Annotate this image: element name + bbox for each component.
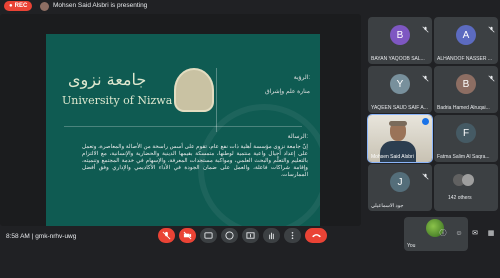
- mic-off-icon: [488, 69, 495, 82]
- cam-off-icon: [183, 231, 192, 240]
- slide-divider: [64, 126, 302, 127]
- mic-off-icon: [422, 69, 429, 82]
- raise-hand-icon: [269, 232, 274, 240]
- chat-icon[interactable]: ✉: [470, 229, 480, 239]
- participant-name: جود الاسماعيلي: [371, 203, 404, 209]
- participant-tile[interactable]: Y YAQEEN SAUD SAIF A...: [368, 66, 432, 113]
- header-divider: [216, 68, 217, 132]
- side-tools: ⓘ ☺ ✉ ▦: [438, 229, 496, 239]
- info-separator: |: [31, 233, 34, 240]
- emoji-icon: [225, 231, 234, 240]
- participant-tile[interactable]: J جود الاسماعيلي: [368, 164, 432, 211]
- avatar: B: [390, 25, 410, 45]
- mic-off-icon: [162, 231, 171, 240]
- speaking-icon: [422, 118, 429, 125]
- end-call-icon: [311, 234, 321, 238]
- raise-hand-button[interactable]: [263, 228, 280, 243]
- mic-off-icon: [422, 167, 429, 180]
- participant-name: BAYAN YAQOOB SAL...: [371, 56, 425, 62]
- participant-name: Badria Hamed Alruqai...: [437, 105, 490, 111]
- vision-text: منارة علم وإشراق: [264, 89, 310, 95]
- university-logo: [174, 68, 214, 112]
- call-controls: [158, 228, 327, 244]
- top-bar: ● REC Mohsen Said Alsbri is presenting: [0, 0, 500, 14]
- end-call-button[interactable]: [305, 228, 327, 243]
- participant-tile[interactable]: B BAYAN YAQOOB SAL...: [368, 17, 432, 64]
- meeting-info: 8:58 AM | gmk-nrhv-uwg: [6, 233, 76, 240]
- participant-tile-speaking[interactable]: Mohsen Said Alsbri: [367, 114, 433, 163]
- avatar-stack: [462, 174, 475, 186]
- avatar: F: [456, 123, 476, 143]
- others-tile[interactable]: 142 others: [434, 164, 498, 211]
- participant-name: Mohsen Said Alsbri: [371, 154, 414, 160]
- university-name-english: University of Nizwa: [62, 94, 173, 107]
- info-icon[interactable]: ⓘ: [438, 229, 448, 239]
- vision-heading: الرؤية:: [293, 75, 310, 81]
- recording-badge: ● REC: [4, 1, 33, 11]
- participant-name: ALHANOOF NASSER ...: [437, 56, 493, 62]
- mic-off-icon: [488, 20, 495, 33]
- record-dot-icon: ●: [9, 3, 13, 9]
- participant-tile[interactable]: F Fatma Salim Al Saqra...: [434, 115, 498, 162]
- people-icon[interactable]: ☺: [454, 229, 464, 239]
- camera-toggle-button[interactable]: [179, 228, 196, 243]
- avatar: B: [456, 74, 476, 94]
- more-vert-icon: [291, 231, 294, 240]
- university-name-arabic: جامعة نزوى: [68, 70, 147, 89]
- presenter-avatar: [40, 2, 49, 11]
- captions-button[interactable]: [200, 228, 217, 243]
- mission-heading: الرسالة:: [287, 134, 308, 140]
- avatar: A: [456, 25, 476, 45]
- activities-icon[interactable]: ▦: [486, 229, 496, 239]
- others-count: 142 others: [448, 195, 472, 201]
- participant-name: YAQEEN SAUD SAIF A...: [371, 105, 428, 111]
- more-options-button[interactable]: [284, 228, 301, 243]
- participant-name: Fatma Salim Al Saqra...: [437, 154, 490, 160]
- participant-tile[interactable]: A ALHANOOF NASSER ...: [434, 17, 498, 64]
- presenting-text: Mohsen Said Alsbri is presenting: [53, 2, 148, 9]
- avatar: Y: [390, 74, 410, 94]
- mission-text: إنّ جامعة نزوى مؤسسة أهلية ذات نفع عام، …: [82, 144, 308, 178]
- person-headband: [389, 121, 407, 126]
- emoji-button[interactable]: [221, 228, 238, 243]
- present-button[interactable]: [242, 228, 259, 243]
- presentation-slide: جامعة نزوى University of Nizwa الرؤية: م…: [46, 34, 320, 226]
- participant-tile[interactable]: B Badria Hamed Alruqai...: [434, 66, 498, 113]
- mic-off-icon: [422, 20, 429, 33]
- meeting-code: gmk-nrhv-uwg: [35, 233, 77, 240]
- mic-toggle-button[interactable]: [158, 228, 175, 243]
- avatar: J: [390, 172, 410, 192]
- present-icon: [246, 232, 255, 239]
- captions-icon: [204, 232, 213, 239]
- time-display: 8:58 AM: [6, 233, 30, 240]
